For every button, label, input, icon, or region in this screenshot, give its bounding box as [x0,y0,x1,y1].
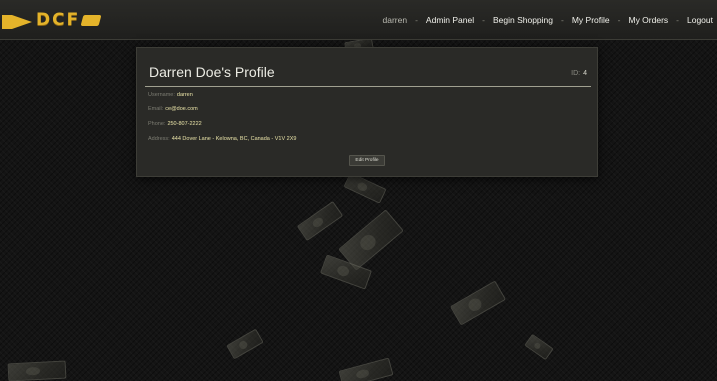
brand-logo[interactable]: DCF [2,8,122,32]
nav-link-begin-shopping[interactable]: Begin Shopping [493,15,553,25]
money-bill-decoration [7,360,67,381]
top-navbar: DCF darren - Admin Panel - Begin Shoppin… [0,0,717,40]
field-phone: Phone: 250-807-2222 [148,121,202,127]
money-bill-decoration [226,328,264,360]
logo-money-icon [80,14,102,26]
nav-separator: - [617,15,621,25]
nav-separator: - [561,15,564,25]
money-bill-decoration [296,201,344,241]
field-label: Address: [148,136,170,142]
profile-id-label: ID: [571,70,581,77]
money-bill-decoration [338,357,394,381]
field-value: 444 Dover Lane - Kelowna, BC, Canada - V… [171,136,297,142]
nav-separator: - [415,15,418,25]
field-value: ce@doe.com [165,106,198,112]
field-value: darren [176,92,193,98]
field-value: 250-807-2222 [167,121,202,127]
field-label: Email: [148,106,164,112]
nav-username: darren [382,15,408,25]
logo-bar-icon [2,15,12,29]
field-email: Email: ce@doe.com [148,106,198,112]
nav-link-logout[interactable]: Logout [687,15,713,25]
title-divider [145,86,591,87]
nav-menu: darren - Admin Panel - Begin Shopping - … [383,0,714,40]
logo-text: DCF [36,10,81,30]
profile-id-value: 4 [583,70,587,77]
money-bill-decoration [449,280,507,326]
field-label: Username: [148,92,175,98]
field-username: Username: darren [148,92,193,98]
nav-link-my-profile[interactable]: My Profile [572,15,610,25]
profile-id: ID: 4 [571,70,587,77]
logo-wedge-icon [12,15,32,29]
profile-title: Darren Doe's Profile [149,64,275,80]
nav-separator: - [482,15,485,25]
profile-card: Darren Doe's Profile ID: 4 Username: darre… [136,47,598,177]
nav-link-my-orders[interactable]: My Orders [628,15,668,25]
money-bill-decoration [524,333,554,361]
nav-link-admin-panel[interactable]: Admin Panel [426,15,474,25]
nav-separator: - [676,15,679,25]
money-bill-decoration [343,172,387,204]
field-label: Phone: [148,121,166,127]
field-address: Address: 444 Dover Lane - Kelowna, BC, Ca… [148,136,296,142]
edit-profile-button[interactable]: Edit Profile [349,155,385,166]
